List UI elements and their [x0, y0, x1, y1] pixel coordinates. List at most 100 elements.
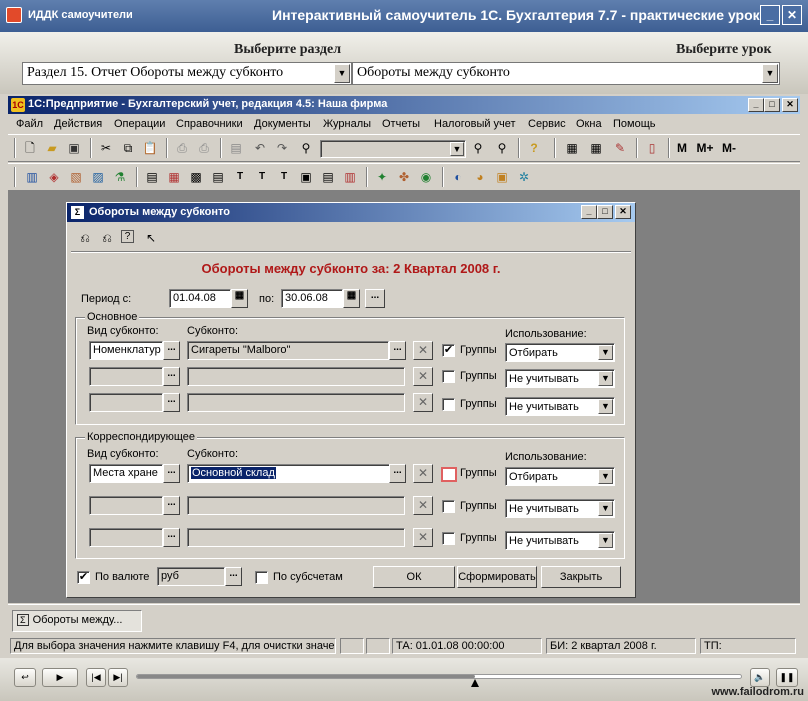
select-button[interactable]: ...: [389, 464, 406, 483]
chevron-down-icon[interactable]: ▼: [598, 399, 613, 414]
tool-b-icon[interactable]: ✤: [396, 169, 412, 185]
wizard-icon[interactable]: ⚗: [112, 169, 128, 185]
main-row2-subconto[interactable]: [187, 367, 405, 386]
clear-icon[interactable]: ✕: [413, 496, 433, 515]
back-icon[interactable]: ↩: [14, 668, 36, 687]
chevron-down-icon[interactable]: ▼: [598, 469, 613, 484]
corr-row3-subconto[interactable]: [187, 528, 405, 547]
ok-button[interactable]: ОК: [373, 566, 455, 588]
undo-icon[interactable]: ↶: [252, 140, 268, 156]
corr-row1-subconto[interactable]: Основной склад: [187, 464, 405, 483]
chevron-down-icon[interactable]: ▼: [598, 345, 613, 360]
tool-e-icon[interactable]: ◕: [472, 169, 488, 185]
main-row2-type[interactable]: [89, 367, 163, 386]
find-binoculars-icon[interactable]: ⚲: [298, 140, 314, 156]
clear-icon[interactable]: ✕: [413, 528, 433, 547]
search-combo[interactable]: ▼: [320, 140, 466, 158]
corr-row1-groups-check[interactable]: [441, 467, 457, 482]
menu-windows[interactable]: Окна: [576, 118, 602, 130]
period-to-field[interactable]: 30.06.08: [281, 289, 343, 308]
chevron-down-icon[interactable]: ▼: [598, 533, 613, 548]
chevron-down-icon[interactable]: ▼: [598, 371, 613, 386]
section-combo[interactable]: Раздел 15. Отчет Обороты между субконто …: [22, 62, 352, 85]
generate-button[interactable]: Сформировать: [457, 566, 537, 588]
minimize-icon[interactable]: _: [581, 205, 597, 219]
menu-journals[interactable]: Журналы: [323, 118, 371, 130]
chart-of-accounts-icon[interactable]: ▥: [24, 169, 40, 185]
report-account-icon[interactable]: ▤: [210, 169, 226, 185]
main-row3-subconto[interactable]: [187, 393, 405, 412]
properties-icon[interactable]: ▤: [228, 140, 244, 156]
entries-icon[interactable]: ▨: [90, 169, 106, 185]
menu-references[interactable]: Справочники: [176, 118, 243, 130]
select-button[interactable]: ...: [389, 341, 406, 360]
print-icon[interactable]: ⎙: [174, 140, 190, 156]
context-help-icon[interactable]: ↖: [143, 230, 159, 246]
find-prev-icon[interactable]: ⚲: [494, 140, 510, 156]
menu-actions[interactable]: Действия: [54, 118, 102, 130]
message-icon[interactable]: ✎: [612, 140, 628, 156]
maximize-icon[interactable]: □: [597, 205, 613, 219]
report-t3-icon[interactable]: T: [276, 169, 292, 185]
main-row3-type[interactable]: [89, 393, 163, 412]
clear-icon[interactable]: ✕: [413, 464, 433, 483]
save-icon[interactable]: ▣: [66, 140, 82, 156]
memory-m-button[interactable]: M: [674, 140, 690, 156]
chevron-down-icon[interactable]: ▼: [334, 64, 350, 83]
tool-a-icon[interactable]: ✦: [374, 169, 390, 185]
help-icon[interactable]: ?: [121, 230, 134, 243]
by-subaccounts-check[interactable]: [255, 571, 268, 584]
find-next-icon[interactable]: ⚲: [470, 140, 486, 156]
menu-documents[interactable]: Документы: [254, 118, 311, 130]
currency-field[interactable]: руб: [157, 567, 225, 586]
report-grid-icon[interactable]: ▩: [188, 169, 204, 185]
progress-thumb[interactable]: [471, 679, 480, 687]
settings-save-icon[interactable]: ⎌: [77, 230, 93, 246]
main-row1-groups-check[interactable]: ✔: [442, 344, 455, 357]
copy-icon[interactable]: ⧉: [120, 140, 136, 156]
menu-reports[interactable]: Отчеты: [382, 118, 420, 130]
report-t2-icon[interactable]: T: [254, 169, 270, 185]
chevron-down-icon[interactable]: ▼: [598, 501, 613, 516]
clear-icon[interactable]: ✕: [413, 341, 433, 360]
corr-row3-groups-check[interactable]: [442, 532, 455, 545]
report-chart-icon[interactable]: ▥: [342, 169, 358, 185]
calculator-icon[interactable]: ▦: [564, 140, 580, 156]
period-select-button[interactable]: ...: [365, 289, 385, 308]
select-button[interactable]: ...: [163, 496, 180, 515]
corr-row3-type[interactable]: [89, 528, 163, 547]
play-icon[interactable]: ▶: [42, 668, 78, 687]
main-row1-usage[interactable]: Отбирать ▼: [505, 343, 615, 362]
close-icon[interactable]: ✕: [782, 98, 798, 112]
calendar-icon[interactable]: ▦: [231, 289, 248, 308]
corr-row1-usage[interactable]: Отбирать ▼: [505, 467, 615, 486]
minimize-icon[interactable]: _: [748, 98, 764, 112]
select-button[interactable]: ...: [163, 528, 180, 547]
progress-track[interactable]: [136, 674, 742, 687]
previous-icon[interactable]: |◀: [86, 668, 106, 687]
paste-icon[interactable]: 📋: [142, 140, 158, 156]
maximize-icon[interactable]: □: [764, 98, 780, 112]
pause-icon[interactable]: ❚❚: [776, 668, 798, 687]
calendar-icon[interactable]: ▦: [588, 140, 604, 156]
clear-icon[interactable]: ✕: [413, 393, 433, 412]
settings-load-icon[interactable]: ⎌: [99, 230, 115, 246]
main-row2-groups-check[interactable]: [442, 370, 455, 383]
corr-row1-type[interactable]: Места хране: [89, 464, 163, 483]
report-analysis-icon[interactable]: ▣: [298, 169, 314, 185]
calendar-icon[interactable]: ▦: [343, 289, 360, 308]
transactions-icon[interactable]: ▧: [68, 169, 84, 185]
tool-f-icon[interactable]: ▣: [494, 169, 510, 185]
help-icon[interactable]: ?: [526, 140, 542, 156]
menu-tax[interactable]: Налоговый учет: [434, 118, 516, 130]
tool-c-icon[interactable]: ◉: [418, 169, 434, 185]
memory-mplus-button[interactable]: M+: [694, 140, 716, 156]
minimize-icon[interactable]: _: [760, 5, 780, 25]
corr-row2-groups-check[interactable]: [442, 500, 455, 513]
menu-operations[interactable]: Операции: [114, 118, 165, 130]
select-button[interactable]: ...: [163, 341, 180, 360]
clear-icon[interactable]: ✕: [413, 367, 433, 386]
menu-file[interactable]: Файл: [16, 118, 43, 130]
chevron-down-icon[interactable]: ▼: [762, 64, 778, 83]
main-row1-subconto[interactable]: Сигареты "Malboro": [187, 341, 389, 360]
